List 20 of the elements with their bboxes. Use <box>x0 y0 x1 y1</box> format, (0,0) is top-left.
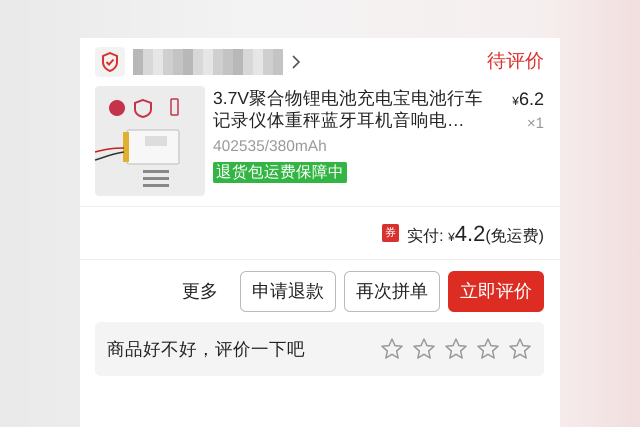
star-icon[interactable] <box>444 337 468 361</box>
order-status: 待评价 <box>487 50 544 74</box>
action-button[interactable]: 申请退款 <box>240 270 336 312</box>
review-prompt: 商品好不好，评价一下吧 <box>107 338 305 361</box>
unit-price: ¥6.2 <box>512 88 544 111</box>
product-spec: 402535/380mAh <box>213 137 327 157</box>
coupon-tag: 券 <box>382 224 400 242</box>
guarantee-tag: 退货包运费保障中 <box>213 162 347 184</box>
more-link[interactable]: 更多 <box>168 278 232 304</box>
star-icon[interactable] <box>508 337 532 361</box>
quantity: ×1 <box>526 114 544 134</box>
review-button[interactable]: 立即评价 <box>448 270 544 312</box>
chevron-right-icon[interactable] <box>291 54 301 70</box>
star-icon[interactable] <box>380 337 404 361</box>
product-title[interactable]: 3.7V聚合物锂电池充电宝电池行车记录仪体重秤蓝牙耳机音响电… <box>213 87 489 131</box>
paid-amount: 实付: ¥4.2(免运费) <box>407 220 544 248</box>
star-icon[interactable] <box>412 337 436 361</box>
shop-logo <box>95 47 125 77</box>
action-button[interactable]: 再次拼单 <box>344 270 440 312</box>
star-icon[interactable] <box>476 337 500 361</box>
